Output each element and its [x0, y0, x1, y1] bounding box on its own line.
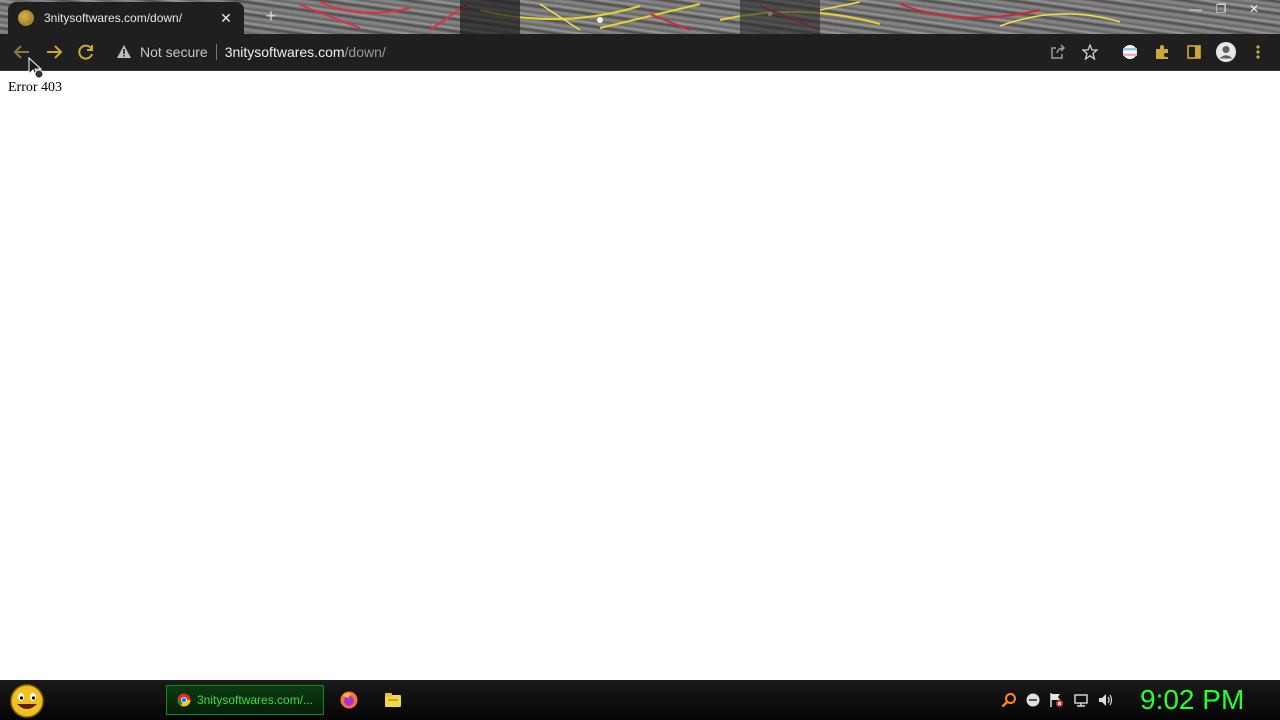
reload-icon: [78, 44, 93, 60]
minimize-button[interactable]: —: [1183, 0, 1209, 18]
site-favicon-icon: [18, 10, 34, 26]
profile-icon: [1216, 42, 1236, 62]
page-content: Error 403: [0, 71, 1280, 680]
taskbar: 3nitysoftwares.com/... 9:02 PM: [0, 680, 1280, 720]
error-message: Error 403: [8, 80, 63, 95]
url-path[interactable]: /down/: [345, 44, 386, 60]
title-bar: 3nitysoftwares.com/down/ ✕ + — ❐ ✕: [0, 0, 1280, 34]
tray-flag-icon[interactable]: [1048, 692, 1064, 708]
network-icon[interactable]: [1073, 692, 1089, 708]
tray-status-icon[interactable]: [1025, 692, 1041, 708]
omnibox-divider: [215, 44, 217, 60]
sidepanel-icon: [1187, 45, 1201, 59]
restore-button[interactable]: ❐: [1208, 0, 1234, 18]
taskbar-chrome-label: 3nitysoftwares.com/...: [197, 693, 314, 707]
address-bar[interactable]: Not secure 3nitysoftwares.com /down/: [108, 38, 1103, 66]
menu-icon: [1256, 45, 1260, 59]
taskbar-chrome-item[interactable]: 3nitysoftwares.com/...: [166, 685, 324, 715]
system-clock[interactable]: 9:02 PM: [1140, 684, 1244, 716]
start-smiley-icon[interactable]: [8, 683, 46, 719]
tab-close-button[interactable]: ✕: [218, 10, 234, 27]
bookmark-button[interactable]: [1076, 38, 1104, 66]
extensions-button[interactable]: [1148, 38, 1176, 66]
mouse-cursor-icon: [28, 57, 44, 79]
new-tab-button[interactable]: +: [260, 6, 282, 27]
search-icon[interactable]: [1001, 692, 1017, 708]
chrome-icon: [177, 693, 191, 707]
window-close-button[interactable]: ✕: [1241, 0, 1267, 18]
firefox-icon[interactable]: [339, 690, 359, 710]
volume-icon[interactable]: [1097, 692, 1113, 708]
extension-button[interactable]: [1116, 38, 1144, 66]
star-icon: [1082, 44, 1098, 60]
tab-title: 3nitysoftwares.com/down/: [44, 11, 183, 25]
side-panel-button[interactable]: [1180, 38, 1208, 66]
share-button[interactable]: [1044, 38, 1072, 66]
browser-tab[interactable]: 3nitysoftwares.com/down/ ✕: [8, 2, 244, 34]
puzzle-icon: [1156, 45, 1168, 59]
menu-button[interactable]: [1244, 38, 1272, 66]
security-status[interactable]: Not secure: [140, 44, 208, 60]
share-icon: [1051, 44, 1066, 59]
warning-icon[interactable]: [116, 44, 132, 60]
reload-button[interactable]: [72, 38, 100, 66]
url-host[interactable]: 3nitysoftwares.com: [225, 44, 345, 60]
extension-profile-icon: [1123, 45, 1137, 59]
file-explorer-icon[interactable]: [383, 690, 403, 710]
browser-toolbar: Not secure 3nitysoftwares.com /down/: [0, 34, 1280, 71]
profile-button[interactable]: [1212, 38, 1240, 66]
